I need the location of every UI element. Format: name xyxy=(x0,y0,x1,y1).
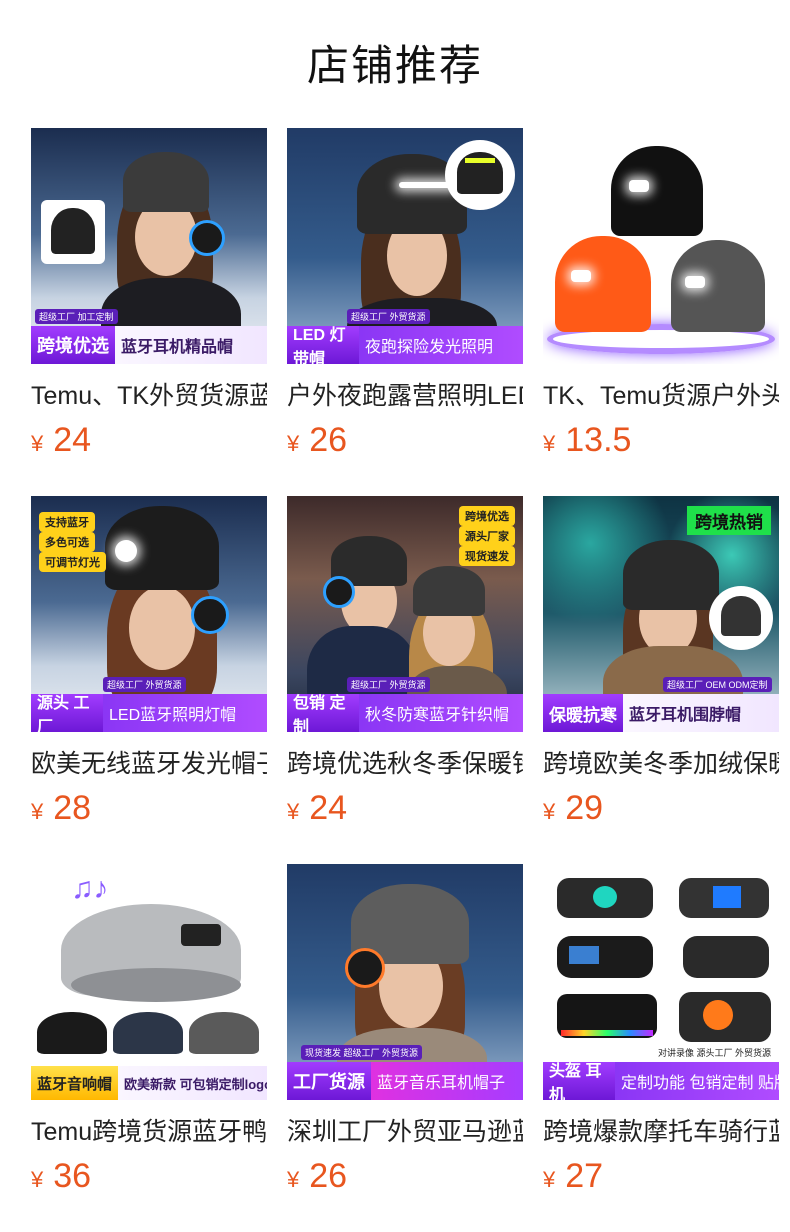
currency-symbol: ¥ xyxy=(543,431,556,456)
price-value: 36 xyxy=(53,1157,92,1195)
image-tag: 源头 工厂 xyxy=(31,694,103,732)
product-image[interactable]: 超级工厂 外贸货源 LED 灯带帽 夜跑探险发光照明 xyxy=(287,128,523,364)
image-caption: 夜跑探险发光照明 xyxy=(365,339,494,356)
product-card[interactable]: TK、Temu货源户外头灯帽 ¥13.5 xyxy=(543,128,779,462)
product-price: ¥13.5 xyxy=(543,418,779,462)
image-subtag: 现货速发 超级工厂 外贸货源 xyxy=(301,1045,423,1060)
image-caption: 欧美新款 可包销定制logo xyxy=(124,1076,267,1092)
product-price: ¥26 xyxy=(287,418,523,462)
price-value: 27 xyxy=(565,1157,604,1195)
currency-symbol: ¥ xyxy=(543,1167,556,1192)
product-card[interactable]: ♫♪ 蓝牙音响帽 欧美新款 可包销定制logo Temu跨境货源蓝牙鸭舌帽 ¥3… xyxy=(31,864,267,1198)
image-caption: 蓝牙耳机围脖帽 xyxy=(629,707,742,724)
product-image[interactable]: 对讲录像 源头工厂 外贸货源 头盔 耳机 定制功能 包销定制 贴牌丝印 xyxy=(543,864,779,1100)
product-name[interactable]: 欧美无线蓝牙发光帽子 xyxy=(31,742,267,786)
feature-pill: 多色可选 xyxy=(39,532,95,552)
product-image[interactable]: 跨境热销 超级工厂 OEM ODM定制 保暖抗寒 蓝牙耳机围脖帽 xyxy=(543,496,779,732)
corner-tag: 跨境热销 xyxy=(687,506,771,535)
product-price: ¥27 xyxy=(543,1154,779,1198)
image-caption: 定制功能 包销定制 贴牌丝印 xyxy=(621,1075,779,1092)
page-title: 店铺推荐 xyxy=(306,42,483,89)
image-tag: 包销 定制 xyxy=(287,694,359,732)
product-card[interactable]: 超级工厂 加工定制 跨境优选 蓝牙耳机精品帽 Temu、TK外贸货源蓝牙耳机帽 … xyxy=(31,128,267,462)
price-value: 29 xyxy=(565,789,604,827)
product-image[interactable]: 跨境优选 源头厂家 现货速发 超级工厂 外贸货源 包销 定制 秋冬防寒蓝牙针织帽 xyxy=(287,496,523,732)
image-subtag: 超级工厂 外贸货源 xyxy=(347,309,430,324)
image-tag: LED 灯带帽 xyxy=(287,326,359,364)
image-subtag: 超级工厂 加工定制 xyxy=(35,309,118,324)
product-name[interactable]: 跨境欧美冬季加绒保暖帽 xyxy=(543,742,779,786)
image-caption: 蓝牙耳机精品帽 xyxy=(121,339,234,356)
image-caption: LED蓝牙照明灯帽 xyxy=(109,707,237,724)
product-card[interactable]: 支持蓝牙 多色可选 可调节灯光 超级工厂 外贸货源 源头 工厂 LED蓝牙照明灯… xyxy=(31,496,267,830)
beanie-black xyxy=(611,146,703,236)
product-name[interactable]: Temu跨境货源蓝牙鸭舌帽 xyxy=(31,1110,267,1154)
image-tag: 蓝牙音响帽 xyxy=(31,1066,119,1100)
price-value: 13.5 xyxy=(565,421,632,459)
price-value: 26 xyxy=(309,421,348,459)
currency-symbol: ¥ xyxy=(287,431,300,456)
product-card[interactable]: 超级工厂 外贸货源 LED 灯带帽 夜跑探险发光照明 户外夜跑露营照明LED灯帽… xyxy=(287,128,523,462)
product-image[interactable]: 支持蓝牙 多色可选 可调节灯光 超级工厂 外贸货源 源头 工厂 LED蓝牙照明灯… xyxy=(31,496,267,732)
image-tag: 跨境优选 xyxy=(31,326,115,364)
image-subtag: 超级工厂 外贸货源 xyxy=(347,677,430,692)
image-tag: 头盔 耳机 xyxy=(543,1062,615,1100)
feature-pill: 现货速发 xyxy=(459,546,515,566)
feature-pill: 跨境优选 xyxy=(459,506,515,526)
currency-symbol: ¥ xyxy=(31,1167,44,1192)
feature-pill: 可调节灯光 xyxy=(39,552,106,572)
product-name[interactable]: 跨境爆款摩托车骑行蓝牙耳机 xyxy=(543,1110,779,1154)
product-card[interactable]: 跨境优选 源头厂家 现货速发 超级工厂 外贸货源 包销 定制 秋冬防寒蓝牙针织帽… xyxy=(287,496,523,830)
product-name[interactable]: Temu、TK外贸货源蓝牙耳机帽 xyxy=(31,374,267,418)
product-name[interactable]: TK、Temu货源户外头灯帽 xyxy=(543,374,779,418)
product-image[interactable]: 现货速发 超级工厂 外贸货源 工厂货源 蓝牙音乐耳机帽子 xyxy=(287,864,523,1100)
image-caption: 秋冬防寒蓝牙针织帽 xyxy=(365,707,510,724)
currency-symbol: ¥ xyxy=(31,799,44,824)
product-price: ¥36 xyxy=(31,1154,267,1198)
price-value: 24 xyxy=(53,421,92,459)
currency-symbol: ¥ xyxy=(287,799,300,824)
product-price: ¥24 xyxy=(31,418,267,462)
product-price: ¥29 xyxy=(543,786,779,830)
currency-symbol: ¥ xyxy=(31,431,44,456)
product-image[interactable]: 超级工厂 加工定制 跨境优选 蓝牙耳机精品帽 xyxy=(31,128,267,364)
image-subtag: 超级工厂 OEM ODM定制 xyxy=(663,677,772,692)
product-price: ¥24 xyxy=(287,786,523,830)
beanie-orange xyxy=(555,236,651,332)
product-image[interactable]: ♫♪ 蓝牙音响帽 欧美新款 可包销定制logo xyxy=(31,864,267,1100)
product-price: ¥28 xyxy=(31,786,267,830)
price-value: 28 xyxy=(53,789,92,827)
product-price: ¥26 xyxy=(287,1154,523,1198)
product-image[interactable] xyxy=(543,128,779,364)
feature-pill: 支持蓝牙 xyxy=(39,512,95,532)
price-value: 24 xyxy=(309,789,348,827)
product-name[interactable]: 深圳工厂外贸亚马逊蓝牙帽 xyxy=(287,1110,523,1154)
product-card[interactable]: 现货速发 超级工厂 外贸货源 工厂货源 蓝牙音乐耳机帽子 深圳工厂外贸亚马逊蓝牙… xyxy=(287,864,523,1198)
image-subtag: 超级工厂 外贸货源 xyxy=(103,677,186,692)
currency-symbol: ¥ xyxy=(543,799,556,824)
image-subtag: 对讲录像 源头工厂 外贸货源 xyxy=(653,1045,775,1060)
image-tag: 工厂货源 xyxy=(287,1062,371,1100)
image-caption: 蓝牙音乐耳机帽子 xyxy=(377,1075,506,1092)
product-card[interactable]: 对讲录像 源头工厂 外贸货源 头盔 耳机 定制功能 包销定制 贴牌丝印 跨境爆款… xyxy=(543,864,779,1198)
price-value: 26 xyxy=(309,1157,348,1195)
currency-symbol: ¥ xyxy=(287,1167,300,1192)
feature-pill: 源头厂家 xyxy=(459,526,515,546)
product-name[interactable]: 户外夜跑露营照明LED灯帽 xyxy=(287,374,523,418)
product-name[interactable]: 跨境优选秋冬季保暖针织帽 xyxy=(287,742,523,786)
product-card[interactable]: 跨境热销 超级工厂 OEM ODM定制 保暖抗寒 蓝牙耳机围脖帽 跨境欧美冬季加… xyxy=(543,496,779,830)
image-tag: 保暖抗寒 xyxy=(543,694,623,732)
